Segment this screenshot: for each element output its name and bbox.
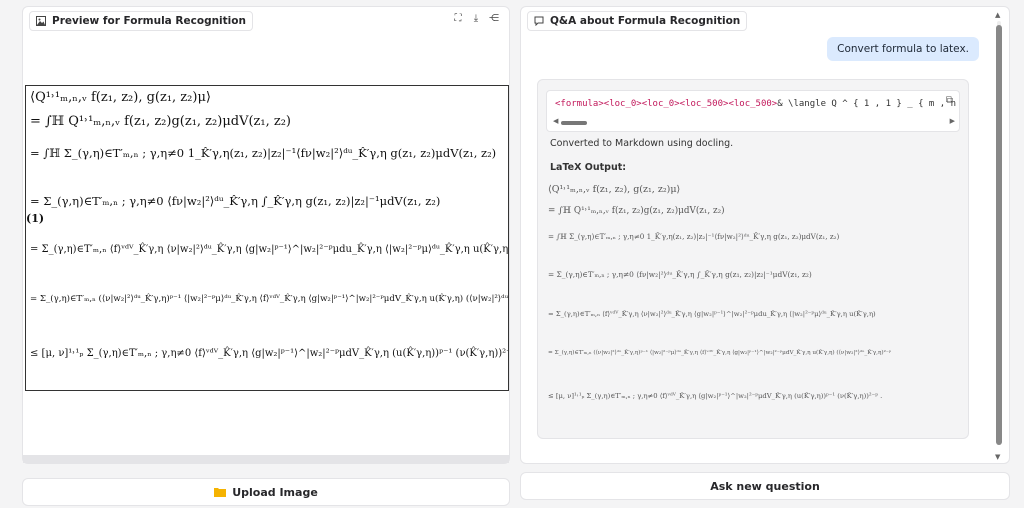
code-tag: <loc_0> — [603, 99, 642, 109]
code-tag: <loc_500> — [679, 99, 729, 109]
latex-line: ≤ [μ, ν]¹˒¹ₚ Σ_(γ,η)∈T′ₘ,ₙ ; γ,η≠0 ⟨f⟩ᵛᵈ… — [548, 392, 883, 400]
code-block: <formula><loc_0><loc_0><loc_500><loc_500… — [546, 90, 960, 132]
preview-panel: Preview for Formula Recognition ⛶ ⤓ ⋲ ⟨Q… — [22, 6, 510, 464]
latex-line: = ∫ℍ Q¹˒¹ₘ,ₙ,ᵥ f(z₁, z₂)g(z₁, z₂)μdV(z₁,… — [548, 206, 725, 216]
scroll-up-icon[interactable]: ▲ — [995, 11, 1000, 19]
preview-panel-title: Preview for Formula Recognition — [52, 15, 246, 27]
chat-icon — [534, 16, 544, 26]
bot-message: <formula><loc_0><loc_0><loc_500><loc_500… — [537, 79, 969, 439]
formula-line: = ∫ℍ Σ_(γ,η)∈T′ₘ,ₙ ; γ,η≠0 1_K̂′γ,η(z₁, … — [30, 146, 497, 160]
code-tag: <formula> — [555, 99, 604, 109]
formula-line: = Σ_(γ,η)∈T′ₘ,ₙ ⟨f⟩ᵛᵈⱽ_K̂′γ,η ⟨ν|w₂|²⟩ᵈᵘ… — [30, 244, 509, 255]
code-text: <formula><loc_0><loc_0><loc_500><loc_500… — [555, 99, 959, 109]
formula-image: ⟨Q¹˒¹ₘ,ₙ,ᵥ f(z₁, z₂), g(z₁, z₂)μ⟩ = ∫ℍ Q… — [25, 85, 509, 391]
scroll-thumb[interactable] — [561, 121, 587, 125]
formula-line: = ∫ℍ Q¹˒¹ₘ,ₙ,ᵥ f(z₁, z₂)g(z₁, z₂)μdV(z₁,… — [30, 114, 292, 129]
latex-line: = Σ_(γ,η)∈T′ₘ,ₙ ⟨f⟩ᵛᵈⱽ_K̂′γ,η ⟨ν|w₂|²⟩ᵈᵘ… — [548, 310, 876, 318]
scroll-thumb[interactable] — [996, 25, 1002, 445]
preview-panel-label: Preview for Formula Recognition — [29, 11, 253, 31]
preview-toolbar: ⛶ ⤓ ⋲ — [451, 11, 501, 25]
ask-new-question-button[interactable]: Ask new question — [520, 472, 1010, 500]
latex-line: = Σ_(γ,η)∈T′ₘ,ₙ ; γ,η≠0 ⟨fν|w₂|²⟩ᵈᵘ_K̂′γ… — [548, 270, 812, 279]
formula-line: = Σ_(γ,η)∈T′ₘ,ₙ (⟨ν|w₂|²⟩ᵈᵘ_K̂′γ,η)ᵖ⁻¹ ⟨… — [30, 294, 509, 304]
fullscreen-icon[interactable]: ⛶ — [451, 11, 465, 25]
equation-number: (1) — [26, 212, 45, 225]
latex-heading: LaTeX Output: — [550, 162, 627, 173]
code-tag: <loc_0> — [641, 99, 680, 109]
qa-panel-title: Q&A about Formula Recognition — [550, 15, 741, 27]
upload-image-label: Upload Image — [232, 485, 318, 499]
latex-line: ⟨Q¹˒¹ₘ,ₙ,ᵥ f(z₁, z₂), g(z₁, z₂)μ⟩ — [548, 184, 681, 195]
qa-panel: Q&A about Formula Recognition Convert fo… — [520, 6, 1010, 464]
code-rest: & \langle Q ^ { 1 , 1 } _ { m , n , \nu … — [777, 99, 959, 109]
user-message: Convert formula to latex. — [827, 37, 979, 61]
copy-icon[interactable]: ⧉ — [946, 95, 953, 106]
scroll-down-icon[interactable]: ▼ — [995, 453, 1000, 461]
preview-bottom-bar — [23, 455, 509, 463]
image-icon — [36, 16, 46, 26]
formula-line: ≤ [μ, ν]¹˒¹ₚ Σ_(γ,η)∈T′ₘ,ₙ ; γ,η≠0 ⟨f⟩ᵛᵈ… — [30, 348, 509, 359]
upload-image-button[interactable]: Upload Image — [22, 478, 510, 506]
latex-line: = Σ_(γ,η)∈T′ₘ,ₙ (⟨ν|w₂|²⟩ᵈᵘ_K̂′γ,η)ᵖ⁻¹ ⟨… — [548, 350, 892, 356]
code-tag: <loc_500> — [728, 99, 778, 109]
scroll-right-icon[interactable]: ▶ — [950, 117, 955, 125]
latex-line: = ∫ℍ Σ_(γ,η)∈T′ₘ,ₙ ; γ,η≠0 1_K̂′γ,η(z₁, … — [548, 232, 840, 241]
formula-line: ⟨Q¹˒¹ₘ,ₙ,ᵥ f(z₁, z₂), g(z₁, z₂)μ⟩ — [30, 90, 211, 105]
code-horizontal-scrollbar[interactable]: ◀ ▶ — [553, 117, 955, 127]
converted-note: Converted to Markdown using docling. — [550, 138, 734, 149]
download-icon[interactable]: ⤓ — [469, 11, 483, 25]
formula-line: = Σ_(γ,η)∈T′ₘ,ₙ ; γ,η≠0 ⟨fν|w₂|²⟩ᵈᵘ_K̂′γ… — [30, 194, 441, 208]
qa-panel-label: Q&A about Formula Recognition — [527, 11, 748, 31]
scroll-left-icon[interactable]: ◀ — [553, 117, 558, 125]
chat-vertical-scrollbar[interactable]: ▲ ▼ — [995, 11, 1003, 461]
folder-icon — [214, 488, 227, 497]
share-icon[interactable]: ⋲ — [487, 11, 501, 25]
